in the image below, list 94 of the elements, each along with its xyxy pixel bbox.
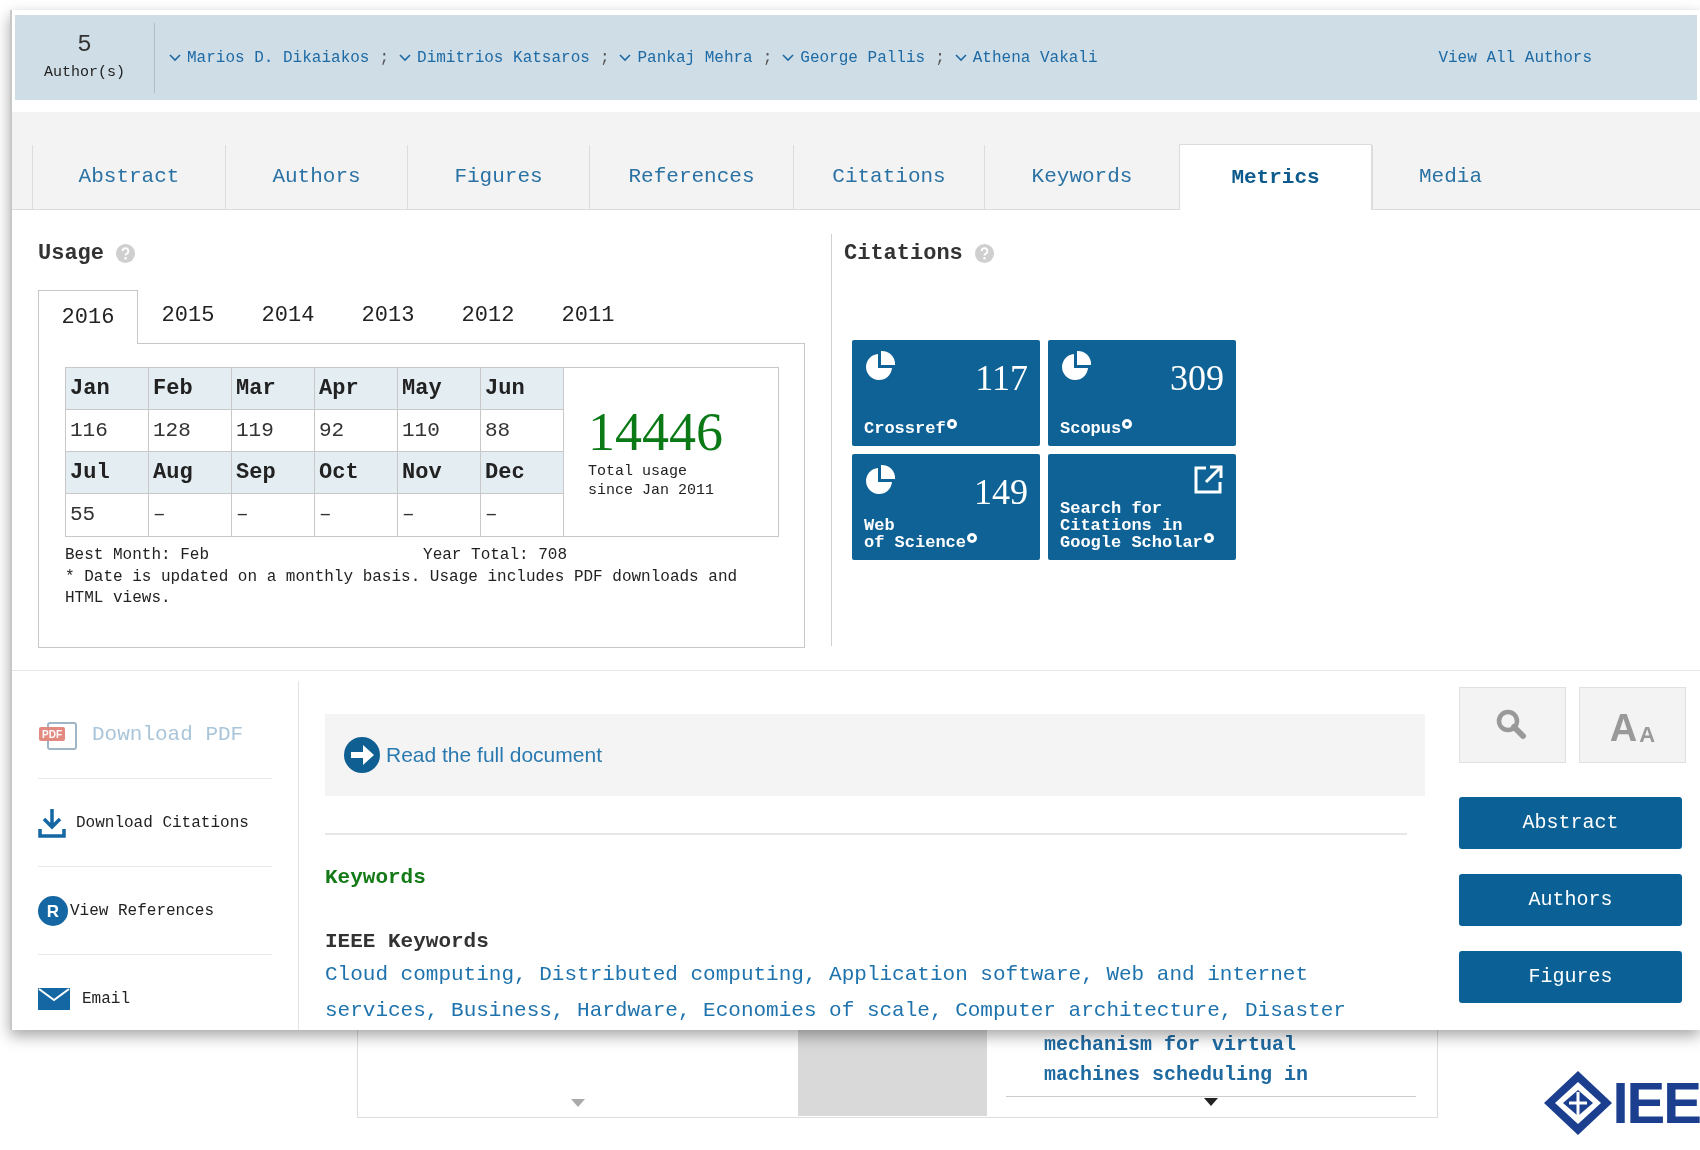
year-tab[interactable]: 2013 (338, 290, 438, 342)
subsection-title: IEEE Keywords (325, 928, 490, 955)
month-header: Apr (315, 368, 398, 410)
citation-tile[interactable]: Search for Citations in Google Scholar (1048, 454, 1236, 560)
separator: ; (935, 47, 945, 69)
separator: ; (762, 47, 773, 69)
total-usage: 14446 (588, 404, 724, 460)
chevron-down-icon[interactable] (399, 53, 412, 62)
diamond-logo-icon (1542, 1070, 1613, 1136)
info-dot-icon (946, 419, 957, 429)
month-header: Jun (481, 368, 564, 410)
usage-value: – (232, 494, 315, 536)
month-header: Jan (66, 368, 149, 410)
letter-circle-icon[interactable]: R (38, 895, 68, 926)
citation-tile[interactable]: 309 Scopus (1048, 340, 1236, 446)
month-header: Mar (232, 368, 315, 410)
author-link[interactable]: Marios D. Dikaiakos (187, 45, 370, 70)
info-dot-icon (1203, 533, 1214, 543)
section-title: Keywords (325, 865, 427, 891)
author-link[interactable]: George Pallis (800, 45, 926, 70)
external-link-icon (1192, 464, 1224, 496)
chevron-down-icon[interactable] (954, 53, 967, 62)
separator: ; (599, 47, 610, 69)
nav-button[interactable]: Figures (1459, 951, 1682, 1003)
month-header: Sep (232, 452, 315, 494)
pie-chart-icon (864, 464, 896, 496)
month-header: Oct (315, 452, 398, 494)
read-document-link[interactable]: Read the full document (386, 739, 602, 771)
usage-value: 55 (66, 494, 149, 536)
arrow-circle-icon[interactable] (344, 737, 380, 773)
month-header: Nov (398, 452, 481, 494)
tab[interactable]: Abstract (32, 145, 225, 209)
month-header: May (398, 368, 481, 410)
citation-count: 309 (1170, 358, 1224, 398)
pie-chart-icon (1060, 350, 1092, 382)
caret-down-icon[interactable] (1204, 1098, 1218, 1106)
month-header: Dec (481, 452, 564, 494)
usage-value: – (398, 494, 481, 536)
usage-value: – (149, 494, 232, 536)
author-count: 5 (77, 30, 92, 61)
month-header: Jul (66, 452, 149, 494)
envelope-icon[interactable] (38, 988, 70, 1010)
paper-title-text[interactable]: mechanism for virtual (1044, 1030, 1416, 1060)
separator: ; (379, 47, 390, 69)
chevron-down-icon[interactable] (169, 53, 181, 62)
total-usage-caption: Total usage since Jan 2011 (588, 462, 716, 500)
nav-button[interactable]: Authors (1459, 874, 1682, 926)
keyword-list[interactable]: Cloud computing, Distributed computing, Application software, Web and internet services, Business, Hardware, Economies of scale, Computer architecture, Disaster (325, 957, 1415, 1029)
year-tab[interactable]: 2011 (538, 290, 638, 342)
tab[interactable]: Citations (793, 145, 984, 209)
year-total: Year Total: 708 (423, 545, 568, 566)
search-button[interactable] (1459, 687, 1566, 763)
tab[interactable]: Media (1372, 145, 1528, 209)
logo-text: IEE (1612, 1074, 1700, 1132)
info-dot-icon (967, 533, 978, 543)
usage-value: – (315, 494, 398, 536)
pie-chart-icon (864, 350, 896, 382)
action-link[interactable]: View References (70, 898, 215, 923)
view-all-authors-link[interactable]: View All Authors (1438, 45, 1592, 70)
citation-count: 149 (974, 472, 1028, 512)
citation-source: Search for Citations in Google Scholar (1060, 500, 1203, 551)
citation-source: Web of Science (864, 517, 967, 551)
chevron-down-icon[interactable] (782, 53, 795, 62)
citation-tile[interactable]: 149 Web of Science (852, 454, 1040, 560)
action-link[interactable]: Email (82, 987, 130, 1011)
action-link[interactable]: Download Citations (76, 810, 249, 835)
author-link[interactable]: Athena Vakali (972, 45, 1098, 70)
paper-title-text[interactable]: machines scheduling in (1044, 1060, 1416, 1090)
chevron-down-icon[interactable] (619, 53, 632, 62)
year-tab[interactable]: 2016 (38, 290, 138, 344)
section-title: Citations (844, 239, 963, 268)
month-header: Aug (149, 452, 232, 494)
month-header: Feb (149, 368, 232, 410)
year-tab[interactable]: 2014 (238, 290, 338, 342)
usage-value: – (481, 494, 564, 536)
tab[interactable]: References (589, 145, 793, 209)
usage-note: * Date is updated on a monthly basis. Usage includes PDF downloads and HTML views. (65, 567, 739, 609)
year-tab[interactable]: 2015 (138, 290, 238, 342)
citation-tile[interactable]: 117 Crossref (852, 340, 1040, 446)
author-link[interactable]: Dimitrios Katsaros (417, 45, 590, 70)
tab[interactable]: Metrics (1179, 144, 1372, 210)
year-tab[interactable]: 2012 (438, 290, 538, 342)
nav-button[interactable]: Abstract (1459, 797, 1682, 849)
info-dot-icon (1122, 419, 1133, 429)
author-link[interactable]: Pankaj Mehra (637, 45, 753, 70)
tab[interactable]: Authors (225, 145, 407, 209)
section-title: Usage (38, 239, 104, 268)
citation-source: Scopus (1060, 420, 1122, 437)
best-month: Best Month: Feb (65, 545, 210, 566)
citation-source: Crossref (864, 420, 946, 437)
download-icon[interactable] (38, 807, 66, 838)
citation-count: 117 (975, 358, 1028, 398)
author-count-label: Author(s) (44, 63, 125, 84)
tab[interactable]: Figures (407, 145, 589, 209)
